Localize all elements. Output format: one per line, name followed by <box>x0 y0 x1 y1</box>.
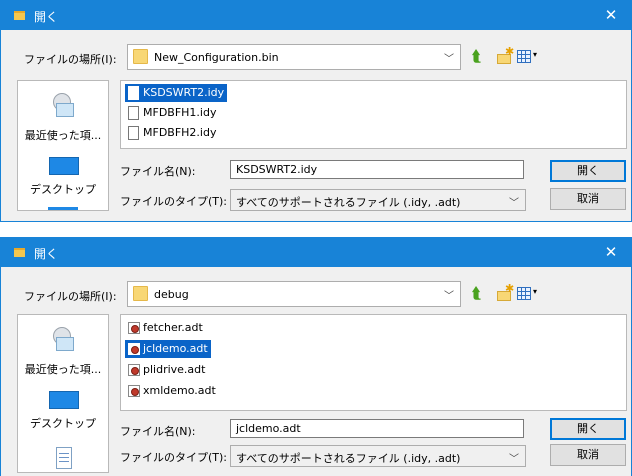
adt-file-icon <box>128 343 140 355</box>
desktop-icon <box>49 157 79 175</box>
place-label: デスクトップ <box>30 183 96 196</box>
lookin-combo[interactable]: New_Configuration.bin ﹀ <box>127 44 461 70</box>
documents-icon <box>56 447 72 469</box>
new-folder-icon[interactable]: ✱ <box>496 282 514 302</box>
view-menu-icon[interactable]: ▾ <box>517 49 541 65</box>
lookin-value: debug <box>154 288 189 301</box>
place-label: 最近使った項... <box>24 129 102 142</box>
cancel-button[interactable]: 取消 <box>550 444 626 466</box>
up-folder-icon[interactable]: ⮬ <box>472 47 490 67</box>
places-bar: 最近使った項... デスクトップ <box>17 80 109 211</box>
list-item[interactable]: MFDBFH1.idy <box>125 104 219 122</box>
lookin-label: ファイルの場所(I): <box>24 53 117 66</box>
filename-label: ファイル名(N): <box>120 425 196 438</box>
list-item[interactable]: KSDSWRT2.idy <box>125 84 228 102</box>
desktop-icon <box>49 391 79 409</box>
folder-icon <box>133 286 148 301</box>
filetype-label: ファイルのタイプ(T): <box>120 451 228 464</box>
lookin-combo[interactable]: debug ﹀ <box>127 281 461 307</box>
places-bar: 最近使った項... デスクトップ <box>17 314 109 473</box>
open-dialog-2: 開く ✕ ファイルの場所(I): debug ﹀ ⮬ ✱ ▾ 最近使った項...… <box>0 237 632 476</box>
place-desktop[interactable]: デスクトップ <box>18 157 108 210</box>
title-bar: 開く ✕ <box>1 0 631 30</box>
adt-file-icon <box>128 322 140 334</box>
filename-input[interactable]: jcldemo.adt <box>230 419 524 438</box>
filetype-select[interactable]: すべてのサポートされるファイル (.idy, .adt) ﹀ <box>230 445 526 467</box>
lookin-label: ファイルの場所(I): <box>24 290 117 303</box>
list-item[interactable]: jcldemo.adt <box>125 340 211 358</box>
open-button[interactable]: 開く <box>550 418 626 440</box>
filename-label: ファイル名(N): <box>120 165 196 178</box>
document-icon <box>128 106 139 120</box>
folder-title-icon <box>14 248 25 257</box>
up-folder-icon[interactable]: ⮬ <box>472 284 490 304</box>
filetype-select[interactable]: すべてのサポートされるファイル (.idy, .adt) ﹀ <box>230 189 526 211</box>
document-icon <box>128 86 139 100</box>
dialog-title: 開く <box>34 247 59 261</box>
file-list[interactable]: fetcher.adt jcldemo.adt plidrive.adt xml… <box>120 314 627 411</box>
title-bar: 開く ✕ <box>1 237 631 267</box>
place-documents[interactable] <box>18 447 108 472</box>
list-item[interactable]: xmldemo.adt <box>125 382 219 400</box>
partial-place-icon <box>48 207 78 210</box>
cancel-button[interactable]: 取消 <box>550 188 626 210</box>
open-dialog-1: 開く ✕ ファイルの場所(I): New_Configuration.bin ﹀… <box>0 0 632 222</box>
chevron-down-icon: ﹀ <box>509 198 519 209</box>
dialog-title: 開く <box>34 10 59 24</box>
open-button[interactable]: 開く <box>550 160 626 182</box>
close-button[interactable]: ✕ <box>591 237 631 267</box>
new-folder-icon[interactable]: ✱ <box>496 45 514 65</box>
filetype-label: ファイルのタイプ(T): <box>120 195 228 208</box>
list-item[interactable]: plidrive.adt <box>125 361 208 379</box>
chevron-down-icon: ﹀ <box>509 454 519 465</box>
file-list[interactable]: KSDSWRT2.idy MFDBFH1.idy MFDBFH2.idy <box>120 80 627 149</box>
place-label: デスクトップ <box>30 417 96 430</box>
chevron-down-icon: ﹀ <box>444 291 454 302</box>
place-recent-items[interactable]: 最近使った項... <box>18 317 108 387</box>
chevron-down-icon: ﹀ <box>444 54 454 65</box>
view-menu-icon[interactable]: ▾ <box>517 286 541 302</box>
folder-icon <box>133 49 148 64</box>
folder-title-icon <box>14 11 25 20</box>
filename-input[interactable]: KSDSWRT2.idy <box>230 160 524 179</box>
list-item[interactable]: MFDBFH2.idy <box>125 124 219 142</box>
close-button[interactable]: ✕ <box>591 0 631 30</box>
document-icon <box>128 126 139 140</box>
adt-file-icon <box>128 364 140 376</box>
lookin-value: New_Configuration.bin <box>154 51 279 64</box>
place-desktop[interactable]: デスクトップ <box>18 391 108 447</box>
place-label: 最近使った項... <box>24 363 102 376</box>
list-item[interactable]: fetcher.adt <box>125 319 206 337</box>
adt-file-icon <box>128 385 140 397</box>
place-recent-items[interactable]: 最近使った項... <box>18 83 108 153</box>
